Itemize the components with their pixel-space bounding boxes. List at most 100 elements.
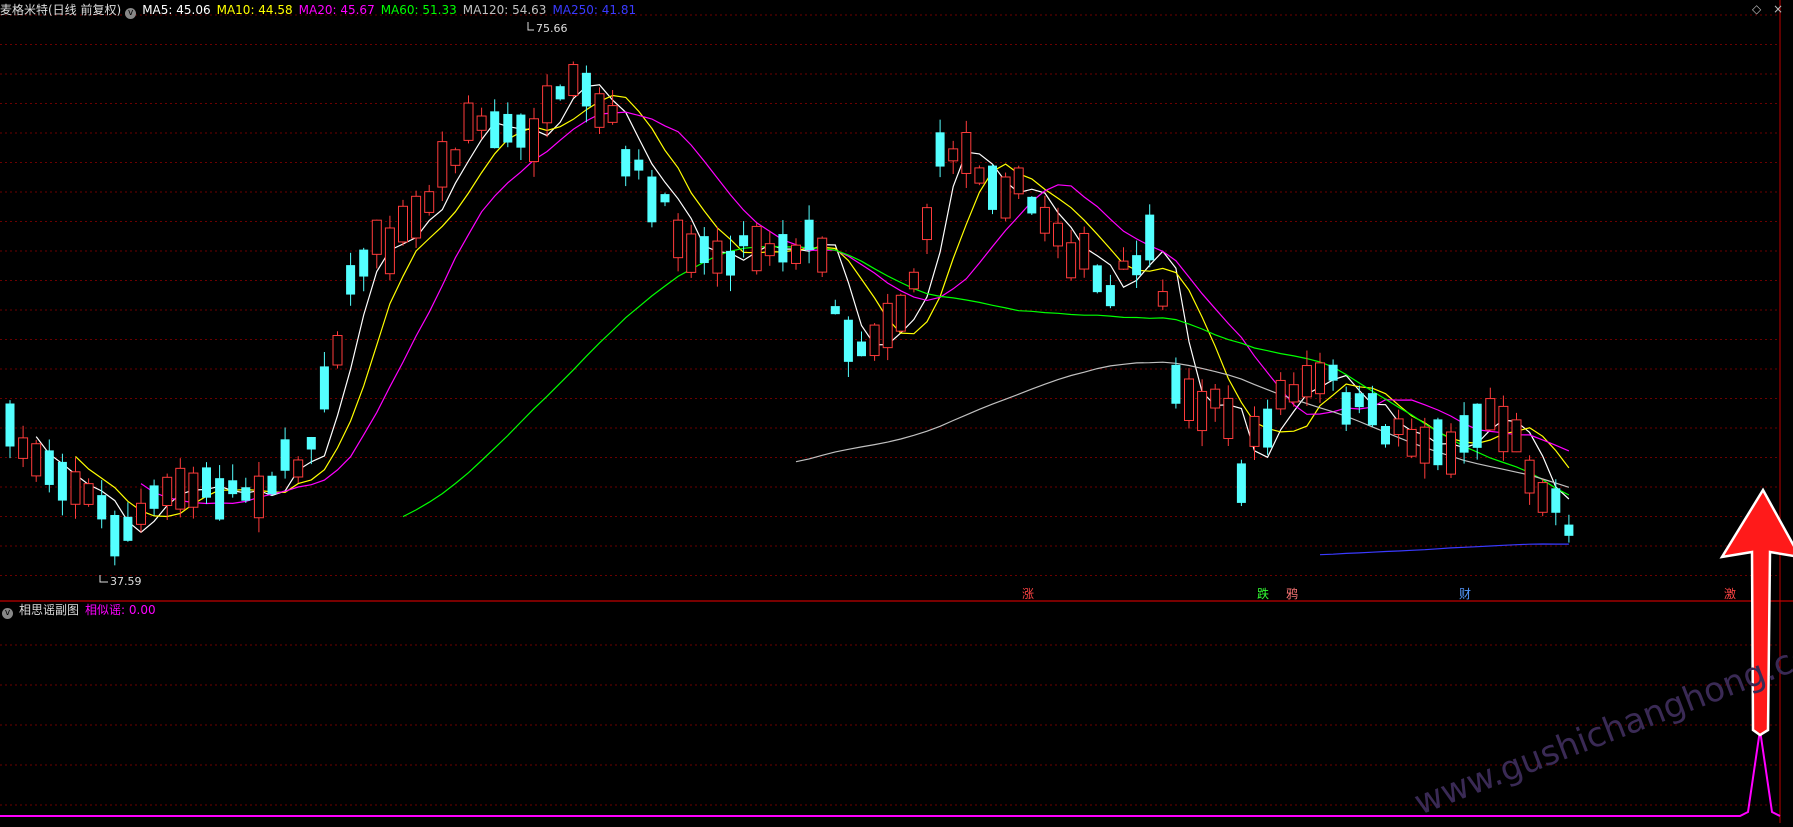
candle (398, 199, 408, 246)
ma-legend-item-5: MA250: 41.81 (552, 3, 637, 17)
candle (280, 427, 290, 479)
stock-chart[interactable]: 75.66 37.59 涨 跌 鸦 财 激 www.gushichanghong.com (0, 0, 1793, 823)
candle (450, 147, 461, 174)
chart-title: 麦格米特(日线 前复权) (0, 3, 122, 17)
signal-marker-1: 跌 (1257, 586, 1269, 601)
candle (817, 236, 828, 278)
candle (44, 439, 54, 493)
candle (149, 479, 159, 516)
candle (594, 87, 605, 134)
candle (1564, 514, 1574, 543)
candle (1524, 455, 1535, 505)
candle (424, 184, 435, 216)
candle (188, 466, 199, 519)
candle (895, 293, 906, 332)
candle (712, 226, 723, 287)
candle (699, 227, 709, 275)
candle (162, 473, 173, 521)
candle (1275, 372, 1286, 416)
candle (908, 268, 919, 293)
candle (123, 502, 133, 542)
candle (110, 510, 120, 566)
candle (215, 465, 225, 521)
chart-stage: 75.66 37.59 涨 跌 鸦 财 激 www.gushichanghong.com 麦… (0, 0, 1793, 823)
sub-title: 相思谣副图 (19, 603, 80, 617)
overlay: www.gushichanghong.com (1409, 487, 1793, 823)
grid (0, 0, 1793, 823)
window-toggle-icon[interactable]: ◇ (1752, 2, 1761, 16)
watermark: www.gushichanghong.com (1409, 623, 1793, 823)
candle (136, 488, 146, 533)
candle (621, 145, 631, 187)
low-label: 37.59 (110, 575, 142, 588)
candle (634, 149, 644, 180)
candle (1433, 417, 1443, 471)
candle (437, 131, 448, 202)
candle (319, 351, 329, 413)
candle (764, 230, 775, 266)
candle (555, 84, 565, 101)
candle (1381, 424, 1390, 448)
candle (647, 169, 657, 228)
candle (175, 458, 186, 518)
candle (1132, 240, 1142, 288)
candle (1000, 172, 1011, 222)
candle (1184, 368, 1194, 429)
candle (1446, 423, 1456, 478)
candle (253, 461, 264, 533)
ma-line-0 (35, 84, 1570, 534)
signal-marker-0: 涨 (1022, 586, 1034, 601)
candle (869, 323, 880, 361)
candle (1027, 196, 1037, 215)
candle (1197, 379, 1208, 447)
candle (778, 220, 788, 272)
candle (241, 477, 251, 503)
candle (673, 213, 684, 272)
sub-toggle-icon[interactable]: v (2, 608, 13, 619)
ma-legend-item-0: MA5: 45.06 (142, 3, 211, 17)
candle (228, 464, 238, 498)
candle (922, 203, 932, 255)
candle (490, 99, 500, 149)
candle (1171, 357, 1181, 409)
candle (1459, 402, 1469, 464)
candle (1263, 399, 1273, 455)
candle (1406, 418, 1417, 459)
candle (516, 113, 526, 161)
close-icon[interactable]: × (1773, 2, 1783, 16)
ma-line-2 (140, 111, 1570, 505)
candle (1145, 204, 1155, 268)
candle (568, 61, 579, 98)
signal-marker-2: 鸦 (1286, 586, 1298, 601)
candle (830, 299, 840, 315)
candle (1210, 383, 1221, 422)
candle (1419, 417, 1430, 479)
high-label: 75.66 (536, 22, 568, 35)
candle (1288, 372, 1299, 407)
ma-legend-item-3: MA60: 51.33 (380, 3, 457, 17)
candle (70, 457, 81, 519)
candle (1498, 395, 1509, 461)
candle (660, 192, 670, 207)
candle (1393, 409, 1404, 447)
candle (1341, 386, 1351, 431)
candle (1157, 279, 1168, 311)
candle (267, 471, 277, 496)
candle (542, 74, 553, 138)
candle (503, 102, 513, 148)
settings-toggle-icon[interactable]: v (125, 8, 137, 19)
candle (346, 252, 356, 306)
signal-marker-4: 激 (1724, 587, 1736, 601)
ma-line-3 (402, 245, 1570, 518)
ma-legend: MA5: 45.06 MA10: 44.58 MA20: 45.67 MA60: 51… (142, 3, 642, 17)
candle (581, 65, 591, 123)
candle (1092, 264, 1102, 294)
candle (1066, 229, 1077, 281)
candle (57, 453, 67, 516)
ma-legend-item-4: MA120: 54.63 (462, 3, 547, 17)
candle (988, 164, 997, 215)
candle (5, 400, 15, 459)
candle (607, 90, 618, 125)
candle (293, 456, 304, 483)
ma-legend-item-2: MA20: 45.67 (298, 3, 375, 17)
